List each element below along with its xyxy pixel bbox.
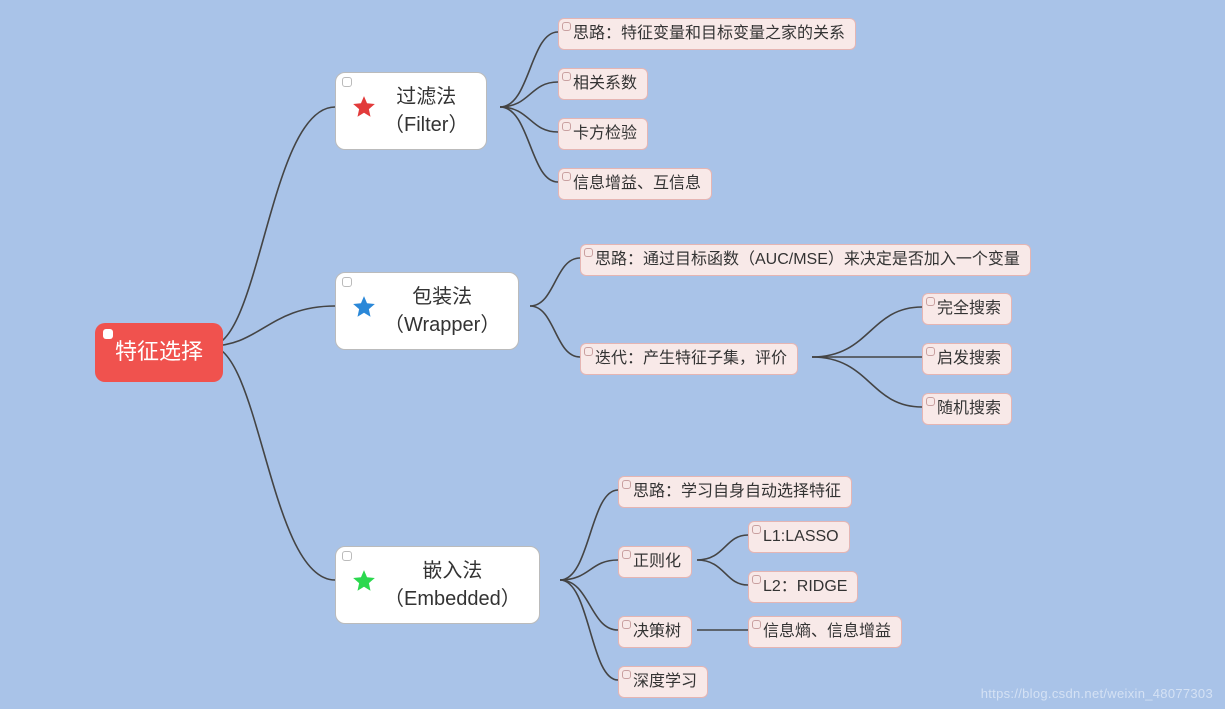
collapse-dot[interactable] (562, 22, 571, 31)
reg-child-l1[interactable]: L1:LASSO (748, 521, 850, 553)
collapse-dot[interactable] (584, 347, 593, 356)
star-icon (350, 294, 378, 328)
embedded-child-tree[interactable]: 决策树 (618, 616, 692, 648)
reg-child-l2[interactable]: L2：RIDGE (748, 571, 858, 603)
collapse-dot[interactable] (926, 347, 935, 356)
collapse-dot[interactable] (562, 172, 571, 181)
collapse-dot[interactable] (752, 575, 761, 584)
filter-child-corr[interactable]: 相关系数 (558, 68, 648, 100)
filter-child-idea[interactable]: 思路：特征变量和目标变量之家的关系 (558, 18, 856, 50)
collapse-dot[interactable] (562, 72, 571, 81)
collapse-dot[interactable] (342, 551, 352, 561)
collapse-dot[interactable] (926, 397, 935, 406)
method-embedded[interactable]: 嵌入法 （Embedded） (335, 546, 540, 624)
star-icon (350, 568, 378, 602)
iter-child-random[interactable]: 随机搜索 (922, 393, 1012, 425)
collapse-dot[interactable] (622, 480, 631, 489)
watermark-text: https://blog.csdn.net/weixin_48077303 (981, 686, 1213, 701)
root-node[interactable]: 特征选择 (95, 323, 223, 382)
collapse-dot[interactable] (103, 329, 113, 339)
embedded-child-reg[interactable]: 正则化 (618, 546, 692, 578)
wrapper-child-idea[interactable]: 思路：通过目标函数（AUC/MSE）来决定是否加入一个变量 (580, 244, 1031, 276)
collapse-dot[interactable] (752, 620, 761, 629)
tree-child-entropy[interactable]: 信息熵、信息增益 (748, 616, 902, 648)
collapse-dot[interactable] (342, 77, 352, 87)
collapse-dot[interactable] (622, 620, 631, 629)
root-label: 特征选择 (115, 339, 203, 364)
embedded-child-idea[interactable]: 思路：学习自身自动选择特征 (618, 476, 852, 508)
collapse-dot[interactable] (926, 297, 935, 306)
star-icon (350, 94, 378, 128)
collapse-dot[interactable] (342, 277, 352, 287)
collapse-dot[interactable] (622, 550, 631, 559)
method-label: 包装法 （Wrapper） (384, 283, 500, 339)
method-wrapper[interactable]: 包装法 （Wrapper） (335, 272, 519, 350)
collapse-dot[interactable] (752, 525, 761, 534)
method-filter[interactable]: 过滤法 （Filter） (335, 72, 487, 150)
collapse-dot[interactable] (584, 248, 593, 257)
wrapper-child-iter[interactable]: 迭代：产生特征子集，评价 (580, 343, 798, 375)
iter-child-heuristic[interactable]: 启发搜索 (922, 343, 1012, 375)
filter-child-chi[interactable]: 卡方检验 (558, 118, 648, 150)
collapse-dot[interactable] (562, 122, 571, 131)
method-label: 嵌入法 （Embedded） (384, 557, 521, 613)
method-label: 过滤法 （Filter） (384, 83, 468, 139)
collapse-dot[interactable] (622, 670, 631, 679)
filter-child-ig[interactable]: 信息增益、互信息 (558, 168, 712, 200)
iter-child-full[interactable]: 完全搜索 (922, 293, 1012, 325)
embedded-child-dl[interactable]: 深度学习 (618, 666, 708, 698)
